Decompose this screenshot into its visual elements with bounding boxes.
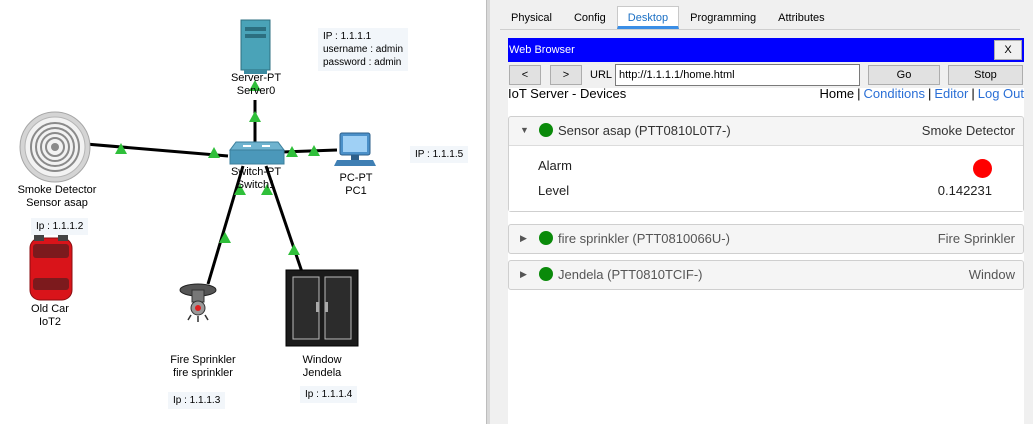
link-up-icon [249, 111, 261, 122]
page-header: IoT Server - Devices Home | Conditions | Edi… [508, 86, 1024, 104]
topology-workspace[interactable]: Server-PT Server0 Switch-PT Switch1 PC-P… [0, 0, 486, 424]
nav-home-link[interactable]: Home [819, 86, 854, 101]
pc-label: PC-PT PC1 [326, 172, 386, 198]
url-label: URL [590, 69, 613, 81]
property-label: Level [538, 183, 570, 198]
status-online-icon [539, 231, 553, 245]
status-online-icon [539, 123, 553, 137]
fire-sprinkler-label: Fire Sprinkler fire sprinkler [160, 354, 246, 380]
device-card-window: ▶ Jendela (PTT0810TCIF-) Window [508, 260, 1024, 290]
device-type: PC-PT [339, 172, 373, 184]
device-card-smoke-detector: ▼ Sensor asap (PTT0810L0T7-) Smoke Detec… [508, 116, 1024, 212]
device-tabs: Physical Config Desktop Programming Attr… [500, 6, 1020, 30]
device-card-header[interactable]: ▶ Jendela (PTT0810TCIF-) Window [509, 261, 1023, 289]
nav-separator: | [971, 86, 975, 101]
device-card-header[interactable]: ▶ fire sprinkler (PTT0810066U-) Fire Spr… [509, 225, 1023, 253]
tab-physical[interactable]: Physical [500, 6, 563, 29]
smoke-detector-label: Smoke Detector Sensor asap [8, 184, 106, 210]
device-name: PC1 [345, 185, 367, 197]
nav-logout-link[interactable]: Log Out [978, 86, 1024, 101]
device-name: Sensor asap [26, 197, 88, 209]
fire-sprinkler-icon[interactable] [179, 283, 217, 322]
go-button[interactable]: Go [868, 65, 940, 85]
device-name: Switch1 [236, 179, 276, 191]
server-icon[interactable] [240, 19, 271, 74]
device-name: fire sprinkler [173, 367, 233, 379]
note-line: username : admin [323, 44, 404, 55]
caret-down-icon[interactable]: ▼ [520, 125, 529, 135]
device-type: Smoke Detector [921, 123, 1015, 138]
tab-config[interactable]: Config [563, 6, 617, 29]
device-name: Jendela [302, 367, 342, 379]
device-type: Smoke Detector [17, 184, 97, 196]
switch-label: Switch-PT Switch1 [218, 166, 294, 192]
property-value: 0.142231 [937, 183, 992, 198]
device-card-body: Alarm Level 0.142231 [509, 145, 1023, 211]
url-input[interactable] [615, 64, 860, 86]
device-card-header[interactable]: ▼ Sensor asap (PTT0810L0T7-) Smoke Detec… [509, 117, 1023, 145]
browser-title: Web Browser [509, 44, 575, 56]
device-name: Sensor asap (PTT0810L0T7-) [558, 123, 731, 138]
device-type: Switch-PT [230, 166, 282, 178]
nav-editor-link[interactable]: Editor [934, 86, 968, 101]
device-type: Old Car [31, 303, 69, 315]
note-line: password : admin [323, 57, 402, 68]
device-type: Window [302, 354, 342, 366]
browser-navbar: < > URL Go Stop [508, 62, 1024, 88]
device-type: Window [968, 267, 1015, 282]
page-title: IoT Server - Devices [508, 86, 627, 101]
web-browser-window: Web Browser X < > URL Go Stop IoT Server… [508, 38, 1024, 424]
pc-ip-note[interactable]: IP : 1.1.1.5 [410, 146, 469, 163]
device-card-fire-sprinkler: ▶ fire sprinkler (PTT0810066U-) Fire Spr… [508, 224, 1024, 254]
browser-titlebar: Web Browser X [508, 38, 1024, 62]
sprinkler-ip-note[interactable]: Ip : 1.1.1.3 [168, 392, 226, 409]
tab-attributes[interactable]: Attributes [767, 6, 835, 29]
old-car-icon[interactable] [29, 233, 73, 301]
tab-desktop[interactable]: Desktop [616, 6, 680, 29]
window-icon[interactable] [285, 269, 359, 347]
server-credentials-note[interactable]: IP : 1.1.1.1 username : admin password :… [318, 28, 409, 71]
smoke-ip-note[interactable]: Ip : 1.1.1.2 [31, 218, 89, 235]
nav-conditions-link[interactable]: Conditions [864, 86, 925, 101]
pc-icon[interactable] [334, 132, 376, 166]
close-button[interactable]: X [994, 40, 1022, 60]
status-online-icon [539, 267, 553, 281]
back-button[interactable]: < [509, 65, 541, 85]
caret-right-icon[interactable]: ▶ [520, 269, 527, 280]
device-type: Fire Sprinkler [937, 231, 1015, 246]
smoke-detector-icon[interactable] [19, 111, 91, 183]
caret-right-icon[interactable]: ▶ [520, 233, 527, 244]
nav-separator: | [927, 86, 932, 101]
device-name: fire sprinkler (PTT0810066U-) [558, 231, 730, 246]
device-name: Jendela (PTT0810TCIF-) [558, 267, 703, 282]
stop-button[interactable]: Stop [948, 65, 1023, 85]
old-car-label: Old Car IoT2 [16, 303, 84, 329]
device-name: Server0 [236, 85, 276, 97]
switch-icon[interactable] [229, 141, 285, 165]
device-type: Server-PT [230, 72, 282, 84]
device-name: IoT2 [38, 316, 61, 328]
link-up-icon [208, 147, 220, 158]
page-nav: Home | Conditions | Editor | Log Out [819, 86, 1024, 101]
link-up-icon [288, 244, 300, 255]
device-type: Fire Sprinkler [170, 354, 236, 366]
server-label: Server-PT Server0 [220, 72, 292, 98]
nav-separator: | [857, 86, 861, 101]
alarm-indicator-icon [973, 159, 992, 178]
note-line: IP : 1.1.1.1 [323, 31, 372, 42]
window-ip-note[interactable]: Ip : 1.1.1.4 [300, 386, 358, 403]
property-label: Alarm [538, 158, 572, 173]
tab-programming[interactable]: Programming [679, 6, 767, 29]
window-label: Window Jendela [290, 354, 354, 380]
forward-button[interactable]: > [550, 65, 582, 85]
